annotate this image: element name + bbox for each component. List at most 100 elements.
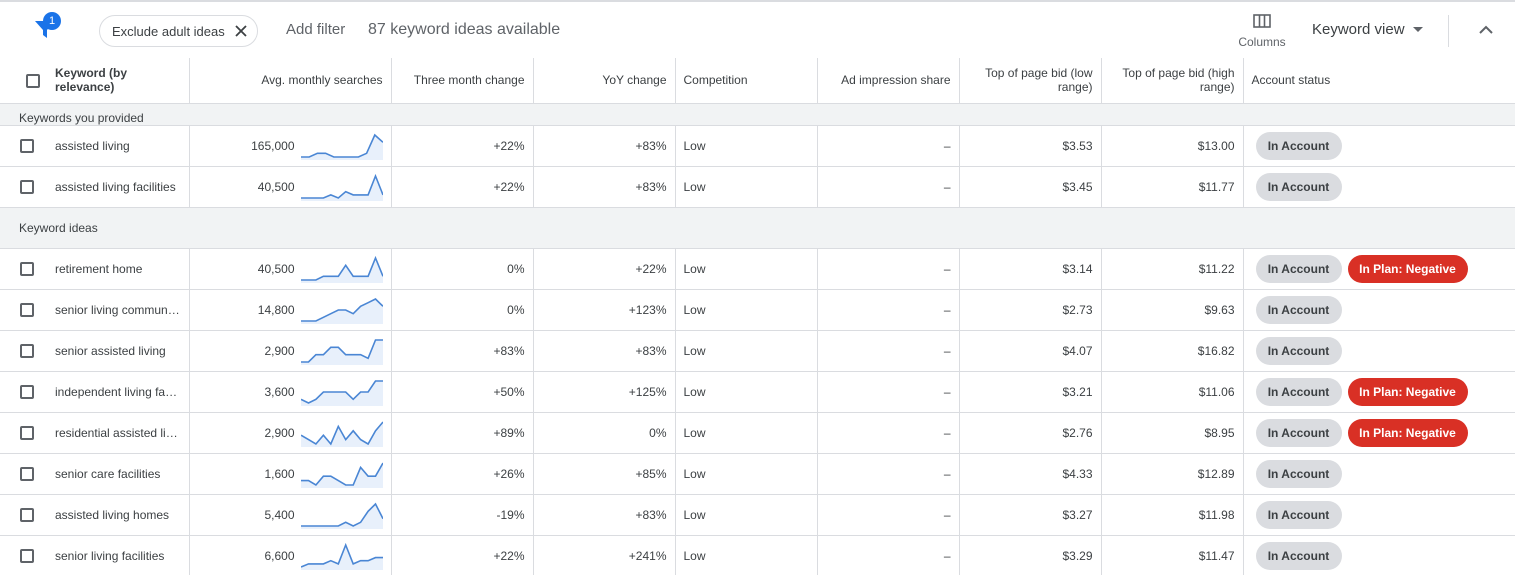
avg-searches-cell: 2,900 (189, 412, 392, 454)
keyword-view-dropdown[interactable]: Keyword view (1312, 21, 1423, 38)
table-row[interactable]: assisted living facilities 40,500 +22% +83%… (0, 166, 1515, 208)
trend-sparkline (300, 297, 383, 324)
row-select-cell (0, 289, 46, 331)
table-row[interactable]: assisted living homes 5,400 -19% +83% Low – $3… (0, 494, 1515, 536)
table-row[interactable]: senior living communities 14,800 0% +123% Lo… (0, 289, 1515, 331)
chip-label: Exclude adult ideas (112, 23, 225, 39)
in-account-badge[interactable]: In Account (1255, 295, 1342, 324)
header-yoy-change[interactable]: YoY change (533, 58, 676, 104)
row-select-cell (0, 412, 46, 454)
ad-impression-share-cell: – (817, 535, 960, 575)
columns-label: Columns (1238, 35, 1286, 49)
ad-impression-share-cell: – (817, 166, 960, 208)
group-header-row: Keyword ideas (0, 207, 1515, 249)
trend-sparkline (300, 420, 383, 447)
row-select-cell (0, 166, 46, 208)
keyword-cell: senior living communities (46, 289, 190, 331)
header-bid-high[interactable]: Top of page bid (high range) (1101, 58, 1244, 104)
bid-high-cell: $9.63 (1101, 289, 1244, 331)
account-status-cell: In Account (1243, 535, 1515, 575)
row-checkbox[interactable] (20, 179, 34, 194)
row-checkbox[interactable] (20, 138, 34, 153)
in-account-badge[interactable]: In Account (1255, 459, 1342, 488)
in-account-badge[interactable]: In Account (1255, 336, 1342, 365)
bid-high-cell: $13.00 (1101, 125, 1244, 167)
bid-low-cell: $3.53 (959, 125, 1102, 167)
in-plan-negative-badge[interactable]: In Plan: Negative (1347, 377, 1468, 406)
competition-cell: Low (675, 494, 818, 536)
header-bid-low[interactable]: Top of page bid (low range) (959, 58, 1102, 104)
in-account-badge[interactable]: In Account (1255, 254, 1342, 283)
keyword-cell: retirement home (46, 248, 190, 290)
avg-searches-cell: 165,000 (189, 125, 392, 167)
row-checkbox[interactable] (20, 384, 34, 399)
three-month-change-cell: -19% (391, 494, 534, 536)
select-all-checkbox[interactable] (26, 73, 40, 88)
row-checkbox[interactable] (20, 302, 34, 317)
bid-high-cell: $16.82 (1101, 330, 1244, 372)
in-account-badge[interactable]: In Account (1255, 377, 1342, 406)
row-select-cell (0, 330, 46, 372)
in-account-badge[interactable]: In Account (1255, 500, 1342, 529)
exclude-adult-ideas-chip[interactable]: Exclude adult ideas (99, 15, 258, 47)
yoy-change-cell: +85% (533, 453, 676, 495)
avg-searches-value: 5,400 (264, 507, 295, 522)
competition-cell: Low (675, 371, 818, 413)
avg-searches-value: 40,500 (257, 179, 295, 194)
account-status-cell: In Account (1243, 166, 1515, 208)
table-row[interactable]: retirement home 40,500 0% +22% Low – $3.14 $11.… (0, 248, 1515, 290)
row-checkbox[interactable] (20, 507, 34, 522)
keyword-cell: assisted living (46, 125, 190, 167)
chevron-up-icon[interactable] (1476, 20, 1496, 40)
header-avg-monthly-searches[interactable]: Avg. monthly searches (189, 58, 392, 104)
header-account-status[interactable]: Account status (1243, 58, 1515, 104)
header-ad-impression-share[interactable]: Ad impression share (817, 58, 960, 104)
row-select-cell (0, 248, 46, 290)
header-keyword[interactable]: Keyword (by relevance) (46, 58, 190, 104)
in-account-badge[interactable]: In Account (1255, 418, 1342, 447)
table-row[interactable]: residential assisted living 2,900 +89% 0% Lo… (0, 412, 1515, 454)
group-header: Keywords you provided (0, 103, 1515, 126)
avg-searches-cell: 3,600 (189, 371, 392, 413)
row-checkbox[interactable] (20, 261, 34, 276)
in-plan-negative-badge[interactable]: In Plan: Negative (1347, 254, 1468, 283)
row-checkbox[interactable] (20, 548, 34, 563)
table-row[interactable]: senior living facilities 6,600 +22% +241% Lo… (0, 535, 1515, 575)
table-row[interactable]: senior assisted living 2,900 +83% +83% Low – $… (0, 330, 1515, 372)
row-checkbox[interactable] (20, 466, 34, 481)
account-status-cell: In Account In Plan: Negative (1243, 248, 1515, 290)
yoy-change-cell: 0% (533, 412, 676, 454)
bid-low-cell: $3.29 (959, 535, 1102, 575)
avg-searches-value: 2,900 (264, 425, 295, 440)
columns-button[interactable]: Columns (1232, 10, 1292, 54)
close-icon[interactable] (233, 23, 249, 39)
yoy-change-cell: +83% (533, 494, 676, 536)
competition-cell: Low (675, 166, 818, 208)
avg-searches-value: 2,900 (264, 343, 295, 358)
yoy-change-cell: +83% (533, 330, 676, 372)
header-competition[interactable]: Competition (675, 58, 818, 104)
row-checkbox[interactable] (20, 425, 34, 440)
in-account-badge[interactable]: In Account (1255, 172, 1342, 201)
account-status-cell: In Account (1243, 125, 1515, 167)
ad-impression-share-cell: – (817, 371, 960, 413)
row-checkbox[interactable] (20, 343, 34, 358)
ad-impression-share-cell: – (817, 412, 960, 454)
add-filter-button[interactable]: Add filter (286, 21, 345, 38)
trend-sparkline (300, 462, 383, 488)
table-body: Keywords you provided assisted living 165,… (0, 103, 1515, 575)
ad-impression-share-cell: – (817, 330, 960, 372)
table-row[interactable]: senior care facilities 1,600 +26% +85% Low – $… (0, 453, 1515, 495)
yoy-change-cell: +22% (533, 248, 676, 290)
header-three-month-change[interactable]: Three month change (391, 58, 534, 104)
table-row[interactable]: independent living facilities 3,600 +50% +1… (0, 371, 1515, 413)
account-status-cell: In Account (1243, 330, 1515, 372)
in-plan-negative-badge[interactable]: In Plan: Negative (1347, 418, 1468, 447)
table-row[interactable]: assisted living 165,000 +22% +83% Low – $3.53 $… (0, 125, 1515, 167)
trend-sparkline (300, 338, 383, 365)
in-account-badge[interactable]: In Account (1255, 541, 1342, 570)
in-account-badge[interactable]: In Account (1255, 131, 1342, 160)
yoy-change-cell: +83% (533, 125, 676, 167)
trend-sparkline (300, 173, 383, 201)
three-month-change-cell: +22% (391, 125, 534, 167)
